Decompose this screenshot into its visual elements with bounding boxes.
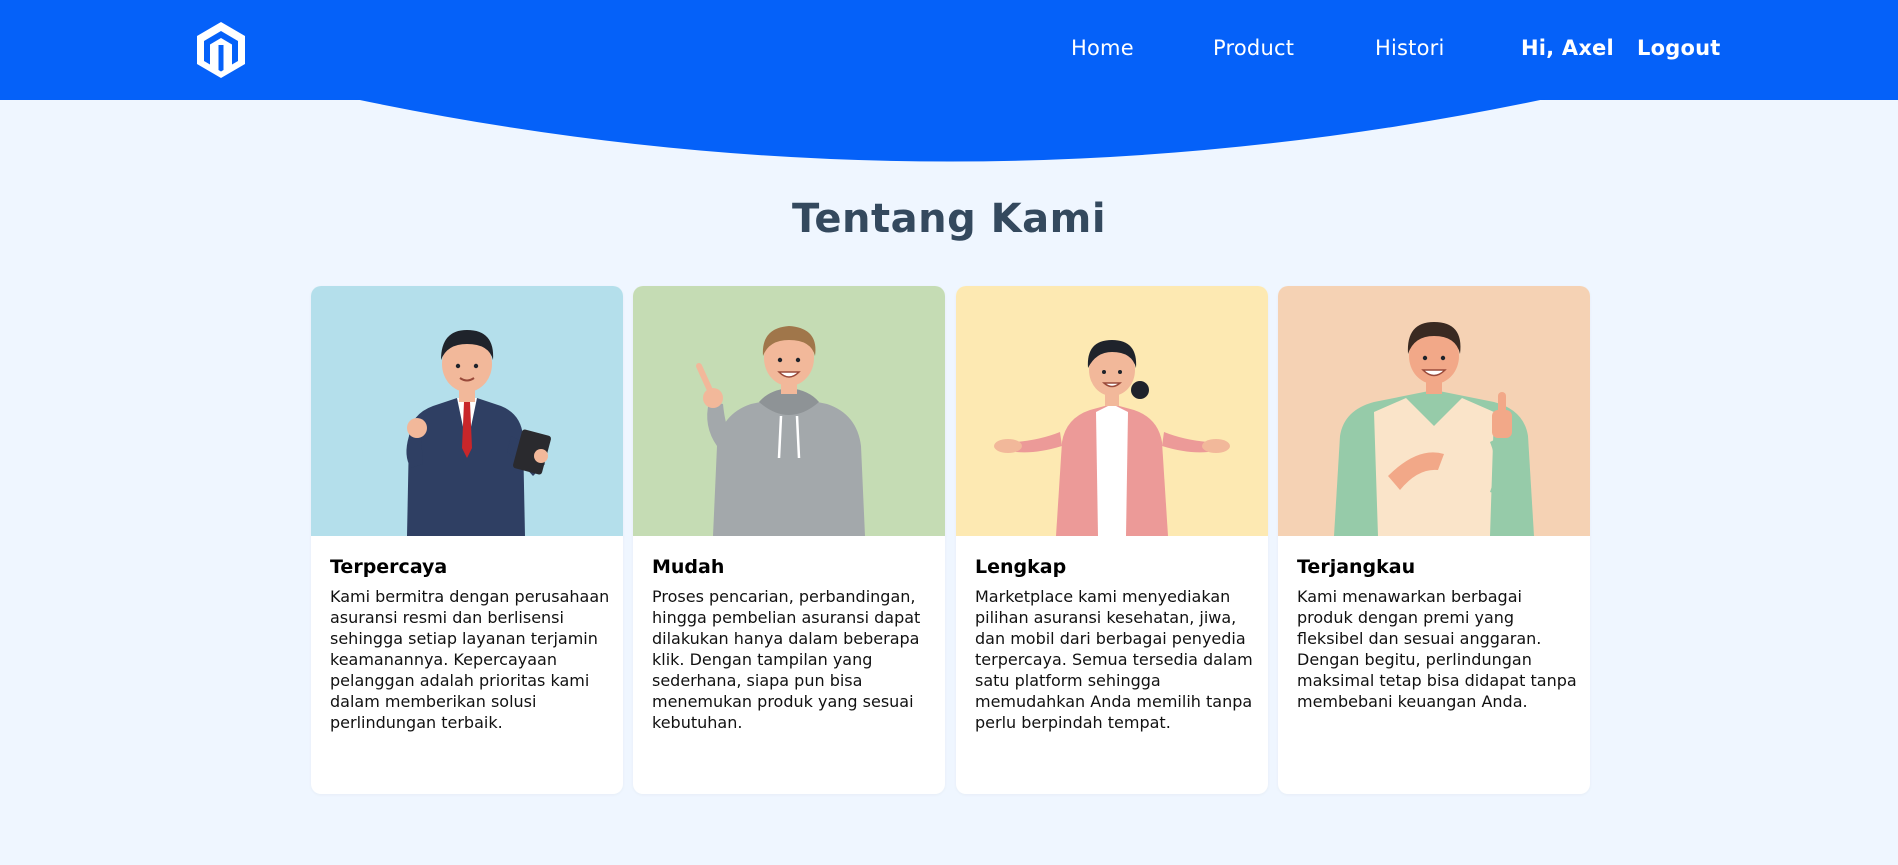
card-description: Kami bermitra dengan perusahaan asuransi… bbox=[330, 587, 610, 732]
feature-card-terpercaya: Terpercaya Kami bermitra dengan perusaha… bbox=[311, 286, 623, 794]
card-description: Proses pencarian, perbandingan, hingga p… bbox=[652, 587, 921, 732]
businessman-with-tablet-illustration bbox=[311, 286, 623, 536]
card-description: Kami menawarkan berbagai produk dengan p… bbox=[1297, 587, 1577, 711]
feature-card-mudah: Mudah Proses pencarian, perbandingan, hi… bbox=[633, 286, 945, 794]
card-title: Terjangkau bbox=[1297, 556, 1416, 578]
man-thumbs-up-illustration bbox=[1278, 286, 1590, 536]
nav-histori-link[interactable]: Histori bbox=[1375, 36, 1445, 60]
header-wave bbox=[355, 99, 1545, 162]
hexagon-m-logo-icon[interactable] bbox=[195, 20, 247, 80]
nav-product-link[interactable]: Product bbox=[1213, 36, 1294, 60]
nav-home-link[interactable]: Home bbox=[1071, 36, 1134, 60]
feature-card-lengkap: Lengkap Marketplace kami menyediakan pil… bbox=[956, 286, 1268, 794]
woman-presenting-illustration bbox=[956, 286, 1268, 536]
man-in-hoodie-pointing-illustration bbox=[633, 286, 945, 536]
page-title: Tentang Kami bbox=[791, 196, 1107, 242]
card-title: Lengkap bbox=[975, 556, 1067, 578]
card-title: Mudah bbox=[652, 556, 725, 578]
card-description: Marketplace kami menyediakan pilihan asu… bbox=[975, 587, 1253, 732]
card-title: Terpercaya bbox=[330, 556, 448, 578]
user-greeting[interactable]: Hi, Axel bbox=[1521, 36, 1614, 60]
logout-link[interactable]: Logout bbox=[1637, 36, 1720, 60]
feature-card-terjangkau: Terjangkau Kami menawarkan berbagai prod… bbox=[1278, 286, 1590, 794]
